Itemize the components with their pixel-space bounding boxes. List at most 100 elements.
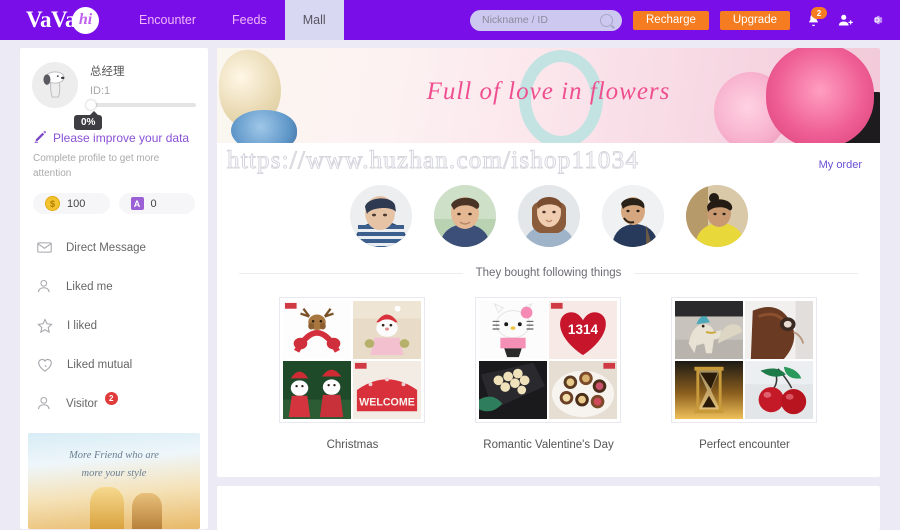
hello-kitty-doll-photo: [478, 301, 547, 359]
improve-subtext: Complete profile to get more attention: [33, 153, 160, 179]
reindeer-headband-photo: [282, 301, 351, 359]
product-image: [282, 301, 351, 359]
nav-item-encounter[interactable]: Encounter: [121, 0, 214, 40]
carousel-horse-photo: [674, 301, 743, 359]
product-caption: Perfect encounter: [699, 439, 790, 451]
person-icon: [37, 279, 50, 293]
promo-figure: [132, 493, 162, 529]
envelope-icon: [37, 242, 52, 253]
recharge-button[interactable]: Recharge: [633, 10, 709, 30]
gear-icon: [873, 15, 883, 25]
hero-title: Full of love in flowers: [426, 78, 671, 105]
heart-icon: [38, 358, 52, 372]
flower-bouquet-box-photo: [478, 361, 547, 419]
hero-banner[interactable]: Full of love in flowers: [217, 48, 880, 143]
sidebar-item-liked-mutual[interactable]: Liked mutual: [20, 345, 208, 384]
search-box[interactable]: [470, 9, 622, 31]
user-avatar[interactable]: [433, 185, 496, 247]
product-card-valentine[interactable]: 1314 Romantic Valentine's Day: [474, 297, 623, 451]
user-avatar[interactable]: [349, 185, 412, 247]
welcome-sign-photo: WELCOME: [352, 361, 421, 419]
product-caption: Romantic Valentine's Day: [483, 439, 614, 451]
flower-decoration: [231, 110, 297, 143]
product-image: [674, 301, 743, 359]
sidebar-item-label: Visitor: [66, 397, 98, 410]
coin-balance[interactable]: $ 100: [33, 193, 110, 214]
divider-line: [634, 272, 859, 274]
header-actions: Recharge Upgrade 2: [470, 7, 900, 31]
product-image: WELCOME: [352, 361, 421, 419]
notification-badge: 2: [811, 7, 827, 19]
search-icon[interactable]: [600, 13, 613, 27]
my-order-link[interactable]: My order: [819, 159, 862, 171]
coin-value: 100: [67, 197, 86, 210]
santa-doll-photo: [352, 301, 421, 359]
user-avatar[interactable]: [685, 185, 748, 247]
pencil-icon: [34, 130, 47, 143]
sidebar-promo-banner[interactable]: More Friend who are more your style: [28, 433, 200, 529]
avatar-photo: [685, 185, 748, 247]
sidebar-item-label: Liked me: [66, 280, 113, 293]
sidebar-promo-line1: More Friend who are: [69, 450, 159, 461]
a-icon: A: [130, 197, 144, 210]
rose-heart-1314-photo: 1314: [548, 301, 617, 359]
progress-knob[interactable]: [86, 100, 96, 110]
nav-item-feeds[interactable]: Feeds: [214, 0, 285, 40]
profile-info: 总经理 ID:1 0%: [74, 62, 196, 130]
user-avatar[interactable]: [517, 185, 580, 247]
settings-button[interactable]: [868, 11, 886, 29]
santa-figures-photo: [282, 361, 351, 419]
star-icon: [37, 317, 53, 333]
search-input[interactable]: [470, 13, 596, 27]
user-avatars-row: [217, 185, 880, 247]
section-divider: They bought following things: [239, 267, 859, 279]
coin-icon: $: [45, 196, 60, 211]
product-image-grid: WELCOME: [278, 297, 425, 423]
product-image-grid: [670, 297, 817, 423]
divider-line: [239, 272, 463, 274]
product-image-grid: 1314: [474, 297, 621, 423]
add-person-icon: [838, 14, 853, 25]
visitor-badge: 2: [104, 392, 118, 405]
notifications-button[interactable]: 2: [804, 7, 827, 29]
watermark-url: https://www.huzhan.com/ishop11034: [226, 147, 640, 175]
nav-item-mall[interactable]: Mall: [284, 0, 344, 40]
hair-accessory-photo: [744, 301, 813, 359]
avatar-photo: [433, 185, 496, 247]
watermark-row: https://www.huzhan.com/ishop11034 My ord…: [217, 143, 880, 187]
points-balance[interactable]: A 0: [118, 193, 195, 214]
main-nav: Encounter Feeds Mall: [121, 0, 344, 40]
improve-data-link[interactable]: Please improve your data: [33, 130, 208, 145]
points-value: 0: [150, 197, 157, 210]
sidebar-item-i-liked[interactable]: I liked: [20, 306, 208, 345]
sidebar-promo-line2: more your style: [81, 467, 147, 479]
product-image: [548, 361, 617, 419]
product-card-christmas[interactable]: WELCOME Christmas: [278, 297, 427, 451]
product-image: [282, 361, 351, 419]
sidebar-item-label: I liked: [67, 319, 98, 332]
sidebar-item-direct-message[interactable]: Direct Message: [20, 228, 208, 267]
user-avatar[interactable]: [601, 185, 664, 247]
product-image: [674, 361, 743, 419]
secondary-panel: [217, 486, 880, 530]
sidebar-promo-text: More Friend who are more your style: [28, 447, 200, 483]
add-friend-button[interactable]: [836, 11, 854, 29]
product-image: [744, 301, 813, 359]
improve-data-label: Please improve your data: [53, 130, 190, 145]
sidebar-item-liked-me[interactable]: Liked me: [20, 267, 208, 306]
promo-figure: [90, 487, 124, 529]
currency-row: $ 100 A 0: [33, 193, 195, 214]
product-card-encounter[interactable]: Perfect encounter: [670, 297, 819, 451]
upgrade-button[interactable]: Upgrade: [719, 10, 790, 30]
avatar-photo: [517, 185, 580, 247]
profile-progress[interactable]: 0%: [74, 100, 196, 130]
profile-section: 总经理 ID:1 0%: [20, 48, 208, 130]
avatar-photo: [601, 185, 664, 247]
svg-text:WELCOME: WELCOME: [359, 396, 415, 408]
main-content: Full of love in flowers https://www.huzh…: [217, 48, 880, 530]
svg-text:1314: 1314: [567, 322, 598, 337]
product-list: WELCOME Christmas 1314 Romantic Valentin…: [217, 297, 880, 477]
app-logo[interactable]: VaVa hi: [26, 0, 99, 40]
avatar[interactable]: [32, 62, 78, 108]
sidebar-item-visitor[interactable]: Visitor 2: [20, 384, 208, 423]
